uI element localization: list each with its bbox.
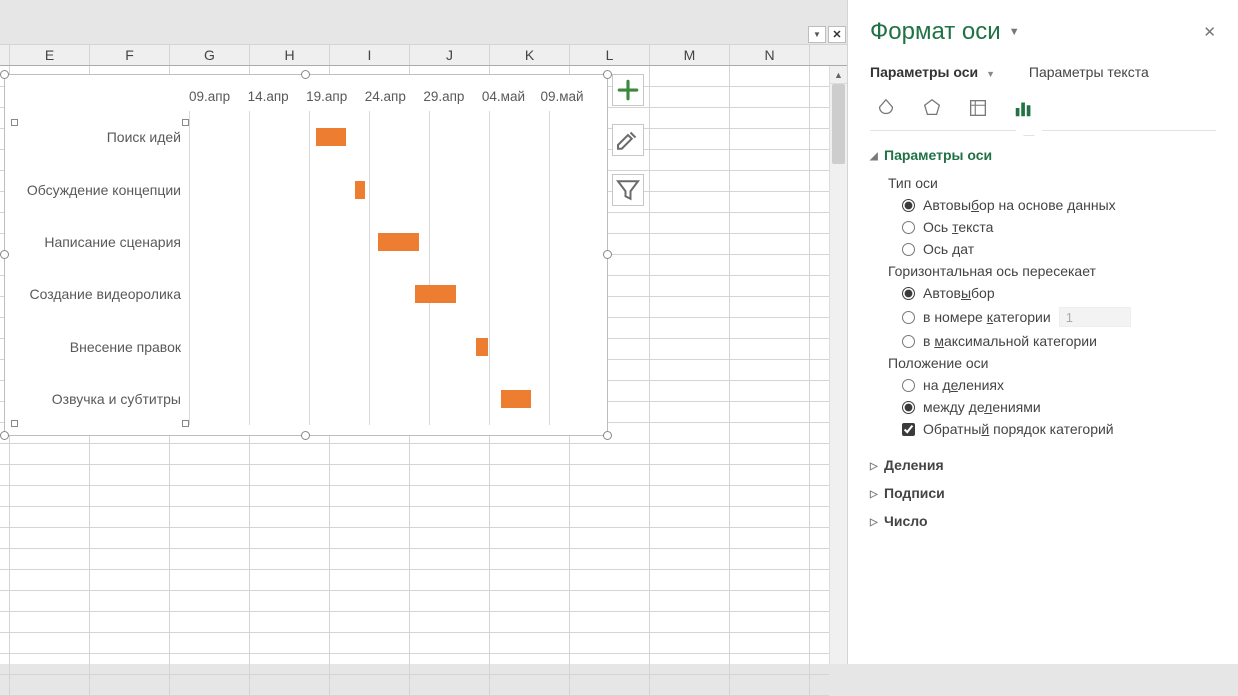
section-number[interactable]: ▷Число xyxy=(870,507,1216,535)
chart-filter-button[interactable] xyxy=(612,174,644,206)
tab-axis-options[interactable]: Параметры оси ▼ xyxy=(870,64,995,80)
grid-row[interactable] xyxy=(0,507,829,528)
cross-category-input[interactable] xyxy=(1059,307,1131,327)
resize-handle[interactable] xyxy=(0,431,9,440)
grid-row[interactable] xyxy=(0,570,829,591)
resize-handle[interactable] xyxy=(0,70,9,79)
y-axis-labels: Поиск идей Обсуждение концепции Написание … xyxy=(13,111,185,425)
ribbon-close-button[interactable]: ✕ xyxy=(828,26,846,43)
resize-handle[interactable] xyxy=(301,431,310,440)
section-ticks[interactable]: ▷Деления xyxy=(870,451,1216,479)
col-header[interactable]: G xyxy=(170,45,250,65)
gantt-bar[interactable] xyxy=(355,181,365,199)
radio-pos-on-ticks[interactable]: на делениях xyxy=(902,377,1216,393)
x-tick: 09.май xyxy=(540,89,599,109)
gantt-chart[interactable]: 09.апр 14.апр 19.апр 24.апр 29.апр 04.ма… xyxy=(4,74,608,436)
y-category-label: Внесение правок xyxy=(11,339,181,355)
grid-row[interactable] xyxy=(0,528,829,549)
grid-row[interactable] xyxy=(0,444,829,465)
gantt-bar[interactable] xyxy=(501,390,531,408)
ribbon-dropdown-button[interactable]: ▼ xyxy=(808,26,826,43)
axis-options-icon[interactable] xyxy=(1012,96,1036,120)
grid-row[interactable] xyxy=(0,486,829,507)
radio-axis-text[interactable]: Ось текста xyxy=(902,219,1216,235)
tab-text-options[interactable]: Параметры текста xyxy=(1029,64,1149,80)
scroll-thumb[interactable] xyxy=(832,84,845,164)
grid-row[interactable] xyxy=(0,654,829,675)
pane-title: Формат оси ▼ ✕ xyxy=(870,18,1216,46)
resize-handle[interactable] xyxy=(603,70,612,79)
y-category-label: Создание видеоролика xyxy=(11,286,181,302)
chart-styles-button[interactable] xyxy=(612,124,644,156)
pane-options-dropdown-icon[interactable]: ▼ xyxy=(1009,26,1020,38)
radio-cross-max[interactable]: в максимальной категории xyxy=(902,333,1216,349)
resize-handle[interactable] xyxy=(301,70,310,79)
col-header[interactable]: H xyxy=(250,45,330,65)
gantt-bar[interactable] xyxy=(476,338,488,356)
crosses-label: Горизонтальная ось пересекает xyxy=(888,263,1216,279)
spreadsheet-area: E F G H I J K L M N // rows rendered bel… xyxy=(0,44,847,664)
effects-icon[interactable] xyxy=(920,96,944,120)
col-header[interactable]: F xyxy=(90,45,170,65)
gantt-bar[interactable] xyxy=(415,285,456,303)
x-tick: 14.апр xyxy=(248,89,307,109)
radio-axis-date[interactable]: Ось дат xyxy=(902,241,1216,257)
grid-row[interactable] xyxy=(0,549,829,570)
radio-cross-auto[interactable]: Автовыбор xyxy=(902,285,1216,301)
x-tick: 24.апр xyxy=(365,89,424,109)
size-properties-icon[interactable] xyxy=(966,96,990,120)
chart-bars xyxy=(189,111,599,425)
section-labels[interactable]: ▷Подписи xyxy=(870,479,1216,507)
scroll-up-icon[interactable]: ▲ xyxy=(830,66,847,84)
radio-axis-auto[interactable]: Автовыбор на основе данных xyxy=(902,197,1216,213)
axis-type-label: Тип оси xyxy=(888,175,1216,191)
x-tick: 09.апр xyxy=(189,89,248,109)
pane-close-icon[interactable]: ✕ xyxy=(1203,23,1216,41)
grid-row[interactable] xyxy=(0,465,829,486)
resize-handle[interactable] xyxy=(603,431,612,440)
grid-row[interactable] xyxy=(0,591,829,612)
fill-line-icon[interactable] xyxy=(874,96,898,120)
radio-pos-between-ticks[interactable]: между делениями xyxy=(902,399,1216,415)
vertical-scrollbar[interactable]: ▲ xyxy=(829,66,847,664)
resize-handle[interactable] xyxy=(603,250,612,259)
checkbox-reverse-order[interactable]: Обратный порядок категорий xyxy=(902,421,1216,437)
y-category-label: Озвучка и субтитры xyxy=(11,391,181,407)
grid-row[interactable] xyxy=(0,612,829,633)
plot-area: 09.апр 14.апр 19.апр 24.апр 29.апр 04.ма… xyxy=(189,89,599,427)
y-category-label: Поиск идей xyxy=(11,129,181,145)
column-headers: E F G H I J K L M N xyxy=(0,44,847,66)
x-tick: 19.апр xyxy=(306,89,365,109)
y-category-label: Написание сценария xyxy=(11,234,181,250)
chevron-down-icon: ▼ xyxy=(986,69,995,79)
col-header[interactable]: I xyxy=(330,45,410,65)
x-tick: 04.май xyxy=(482,89,541,109)
grid-row[interactable] xyxy=(0,675,829,696)
y-category-label: Обсуждение концепции xyxy=(11,182,181,198)
col-header[interactable]: E xyxy=(10,45,90,65)
col-header[interactable]: M xyxy=(650,45,730,65)
col-header[interactable]: N xyxy=(730,45,810,65)
gantt-bar[interactable] xyxy=(378,233,419,251)
col-header[interactable]: K xyxy=(490,45,570,65)
chart-add-element-button[interactable] xyxy=(612,74,644,106)
col-header[interactable]: L xyxy=(570,45,650,65)
axis-position-label: Положение оси xyxy=(888,355,1216,371)
x-axis-labels: 09.апр 14.апр 19.апр 24.апр 29.апр 04.ма… xyxy=(189,89,599,109)
format-axis-pane: Формат оси ▼ ✕ Параметры оси ▼ Параметры… xyxy=(847,0,1238,664)
grid-row[interactable] xyxy=(0,633,829,654)
gantt-bar[interactable] xyxy=(316,128,346,146)
resize-handle[interactable] xyxy=(0,250,9,259)
radio-cross-category[interactable]: в номере категории xyxy=(902,307,1216,327)
section-axis-options[interactable]: ◢Параметры оси xyxy=(870,141,1216,169)
x-tick: 29.апр xyxy=(423,89,482,109)
col-header[interactable]: J xyxy=(410,45,490,65)
